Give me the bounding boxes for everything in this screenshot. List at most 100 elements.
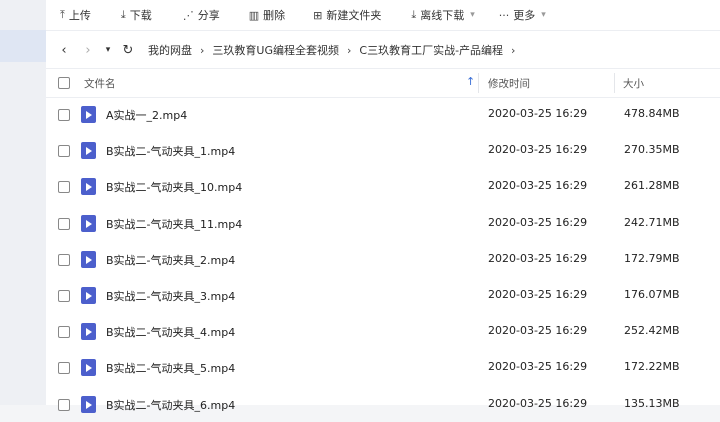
- table-row[interactable]: B实战二-气动夹具_4.mp4 2020-03-25 16:29 252.42MB: [46, 313, 720, 349]
- column-divider[interactable]: [478, 73, 479, 93]
- column-header-name[interactable]: 文件名: [84, 76, 116, 91]
- file-size: 176.07MB: [624, 287, 680, 301]
- file-modified-time: 2020-03-25 16:29: [488, 143, 588, 157]
- more-icon: ···: [498, 8, 510, 22]
- video-file-icon: [81, 395, 96, 413]
- row-checkbox[interactable]: [58, 326, 70, 339]
- file-size: 261.28MB: [624, 179, 680, 193]
- file-size: 135.13MB: [624, 396, 680, 410]
- video-file-icon: [81, 106, 96, 123]
- video-file-icon: [81, 142, 96, 160]
- sort-ascending-icon[interactable]: ↑: [466, 75, 475, 88]
- file-name[interactable]: B实战二-气动夹具_10.mp4: [106, 179, 242, 195]
- video-file-icon: [81, 286, 96, 304]
- file-name[interactable]: B实战二-气动夹具_5.mp4: [106, 360, 235, 376]
- select-all-checkbox[interactable]: [58, 77, 70, 89]
- video-file-icon: [81, 214, 96, 232]
- table-row[interactable]: B实战二-气动夹具_2.mp4 2020-03-25 16:29 172.79MB: [46, 241, 720, 277]
- file-name[interactable]: B实战二-气动夹具_2.mp4: [106, 252, 235, 268]
- file-modified-time: 2020-03-25 16:29: [488, 215, 588, 229]
- new-folder-label: 新建文件夹: [326, 9, 382, 22]
- breadcrumb-separator-icon[interactable]: ›: [511, 44, 515, 57]
- file-size: 172.22MB: [624, 360, 680, 374]
- table-row[interactable]: B实战二-气动夹具_5.mp4 2020-03-25 16:29 172.22MB: [46, 349, 720, 385]
- breadcrumb-item[interactable]: C三玖教育工厂实战-产品编程: [359, 42, 503, 58]
- share-label: 分享: [197, 9, 220, 22]
- file-modified-time: 2020-03-25 16:29: [488, 251, 588, 265]
- download-button[interactable]: ⤓ 下载: [121, 0, 152, 30]
- table-row[interactable]: B实战二-气动夹具_11.mp4 2020-03-25 16:29 242.71MB: [46, 205, 720, 241]
- sidebar: [0, 0, 46, 405]
- offline-download-button[interactable]: ⤓ 离线下载 ▾: [411, 0, 474, 30]
- offline-download-dropdown-icon[interactable]: ▾: [470, 10, 475, 20]
- row-checkbox[interactable]: [58, 109, 70, 121]
- file-modified-time: 2020-03-25 16:29: [488, 324, 588, 338]
- download-icon: ⤓: [120, 8, 126, 21]
- toolbar: ⤒ 上传 ⤓ 下载 ⋰ 分享 ▥ 删除 ⊞ 新建文件夹 ⤓ 离线下载 ▾ ···…: [46, 0, 720, 31]
- file-list: A实战一_2.mp4 2020-03-25 16:29 478.84MB B实战二-气…: [46, 96, 720, 422]
- trash-icon: ▥: [248, 8, 260, 22]
- sidebar-selected-item[interactable]: [0, 30, 46, 62]
- more-dropdown-icon: ▾: [541, 10, 546, 20]
- table-row[interactable]: A实战一_2.mp4 2020-03-25 16:29 478.84MB: [46, 96, 720, 132]
- share-button[interactable]: ⋰ 分享: [183, 0, 220, 30]
- table-row[interactable]: B实战二-气动夹具_3.mp4 2020-03-25 16:29 176.07MB: [46, 277, 720, 313]
- file-modified-time: 2020-03-25 16:29: [488, 360, 588, 374]
- row-checkbox[interactable]: [58, 145, 70, 158]
- file-name[interactable]: B实战二-气动夹具_11.mp4: [106, 216, 242, 232]
- table-row[interactable]: B实战二-气动夹具_6.mp4 2020-03-25 16:29 135.13MB: [46, 386, 720, 422]
- row-checkbox[interactable]: [58, 217, 70, 230]
- file-name[interactable]: B实战二-气动夹具_4.mp4: [106, 324, 235, 340]
- file-browser: ⤒ 上传 ⤓ 下载 ⋰ 分享 ▥ 删除 ⊞ 新建文件夹 ⤓ 离线下载 ▾ ···…: [46, 0, 720, 413]
- more-button[interactable]: ··· 更多 ▾: [499, 0, 546, 30]
- new-folder-button[interactable]: ⊞ 新建文件夹: [313, 0, 381, 30]
- row-checkbox[interactable]: [58, 289, 70, 302]
- column-divider[interactable]: [614, 73, 615, 93]
- download-label: 下载: [129, 9, 152, 22]
- row-checkbox[interactable]: [58, 181, 70, 194]
- file-size: 270.35MB: [624, 143, 680, 157]
- breadcrumb-separator-icon[interactable]: ›: [200, 44, 204, 57]
- table-row[interactable]: B实战二-气动夹具_10.mp4 2020-03-25 16:29 261.28MB: [46, 168, 720, 204]
- refresh-icon[interactable]: ↻: [116, 43, 140, 58]
- upload-button[interactable]: ⤒ 上传: [60, 0, 91, 30]
- row-checkbox[interactable]: [58, 362, 70, 375]
- file-size: 252.42MB: [624, 324, 680, 338]
- delete-label: 删除: [263, 9, 286, 22]
- share-icon: ⋰: [182, 8, 194, 22]
- file-modified-time: 2020-03-25 16:29: [488, 179, 588, 193]
- video-file-icon: [81, 250, 96, 268]
- video-file-icon: [81, 359, 96, 377]
- file-size: 478.84MB: [624, 107, 680, 120]
- column-header-size[interactable]: 大小: [623, 76, 644, 91]
- offline-download-icon: ⤓: [411, 8, 417, 21]
- column-header-modified[interactable]: 修改时间: [488, 76, 530, 91]
- forward-icon[interactable]: ›: [76, 43, 100, 58]
- history-dropdown-icon[interactable]: ▾: [100, 45, 116, 55]
- file-modified-time: 2020-03-25 16:29: [488, 396, 588, 410]
- more-label: 更多: [513, 9, 536, 22]
- file-name[interactable]: A实战一_2.mp4: [106, 107, 187, 123]
- upload-label: 上传: [68, 9, 91, 22]
- breadcrumb-item[interactable]: 三玖教育UG编程全套视频: [212, 42, 339, 58]
- back-icon[interactable]: ‹: [52, 43, 76, 58]
- breadcrumb-item[interactable]: 我的网盘: [148, 42, 192, 58]
- file-modified-time: 2020-03-25 16:29: [488, 107, 588, 120]
- file-modified-time: 2020-03-25 16:29: [488, 287, 588, 301]
- breadcrumb-separator-icon[interactable]: ›: [347, 44, 351, 57]
- table-row[interactable]: B实战二-气动夹具_1.mp4 2020-03-25 16:29 270.35MB: [46, 132, 720, 168]
- breadcrumb: 我的网盘 › 三玖教育UG编程全套视频 › C三玖教育工厂实战-产品编程 ›: [148, 42, 523, 58]
- video-file-icon: [81, 323, 96, 341]
- navigation-bar: ‹ › ▾ ↻ 我的网盘 › 三玖教育UG编程全套视频 › C三玖教育工厂实战-…: [46, 34, 720, 66]
- row-checkbox[interactable]: [58, 253, 70, 266]
- delete-button[interactable]: ▥ 删除: [249, 0, 285, 30]
- table-header: 文件名 ↑ 修改时间 大小: [46, 68, 720, 98]
- file-size: 242.71MB: [624, 215, 680, 229]
- video-file-icon: [81, 178, 96, 196]
- file-name[interactable]: B实战二-气动夹具_1.mp4: [106, 143, 235, 159]
- upload-icon: ⤒: [60, 8, 65, 21]
- offline-download-label: 离线下载: [420, 9, 465, 22]
- file-name[interactable]: B实战二-气动夹具_3.mp4: [106, 288, 235, 304]
- new-folder-icon: ⊞: [313, 8, 323, 22]
- file-size: 172.79MB: [624, 251, 680, 265]
